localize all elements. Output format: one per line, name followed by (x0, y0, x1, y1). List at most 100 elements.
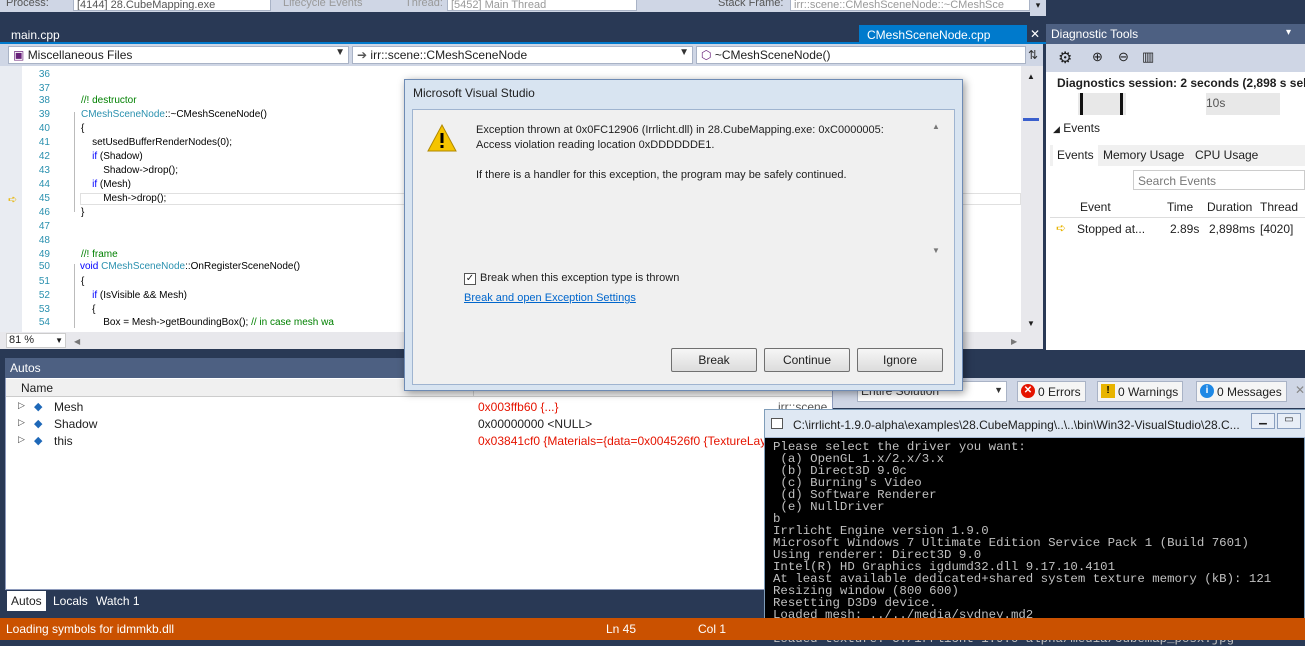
lifecycle-events-button[interactable]: Lifecycle Events (283, 0, 362, 9)
scroll-up-icon[interactable]: ▲ (1027, 72, 1035, 81)
row-name: this (54, 434, 73, 448)
warnings-filter-button[interactable]: ! 0 Warnings (1097, 381, 1184, 402)
process-label: Process: (6, 0, 49, 9)
ignore-button[interactable]: Ignore (857, 348, 943, 372)
code-token: if (81, 179, 98, 190)
tab-cpu-usage[interactable]: CPU Usage (1195, 148, 1258, 162)
cpp-file-icon: ▣ (13, 48, 25, 62)
break-button[interactable]: Break (671, 348, 757, 372)
message-line: If there is a handler for this exception… (476, 169, 847, 181)
zoom-in-icon[interactable]: ⊕ (1092, 49, 1103, 65)
maximize-icon[interactable]: ▭ (1277, 413, 1301, 429)
code-line-38: //! destructor (81, 95, 137, 106)
break-checkbox-label[interactable]: Break when this exception type is thrown (480, 272, 679, 284)
stack-frame-label: Stack Frame: (718, 0, 784, 9)
tab-memory-usage[interactable]: Memory Usage (1103, 148, 1184, 162)
tab-events[interactable]: Events (1053, 145, 1098, 166)
scope-combo[interactable]: ➔ irr::scene::CMeshSceneNode ▼ (352, 46, 693, 64)
messages-filter-button[interactable]: i0 Messages (1196, 381, 1287, 402)
event-column-header[interactable]: Event (1080, 200, 1111, 214)
name-column-header[interactable]: Name (21, 381, 53, 395)
minimize-icon[interactable]: ▁ (1251, 413, 1275, 429)
member-value: ~CMeshSceneNode() (714, 48, 831, 62)
errors-filter-button[interactable]: ✕ 0 Errors (1017, 381, 1086, 402)
tab-watch-1[interactable]: Watch 1 (92, 591, 144, 611)
gear-icon[interactable]: ⚙ (1058, 48, 1072, 68)
variable-icon: ◆ (34, 418, 43, 430)
member-combo[interactable]: ⬡ ~CMeshSceneNode() (696, 46, 1026, 64)
line-number: 49 (38, 249, 50, 260)
chevron-down-icon: ▼ (994, 385, 1003, 395)
code-token: // in case mesh wa (251, 317, 334, 328)
break-checkbox[interactable]: ✓ (464, 273, 476, 285)
chevron-down-icon[interactable]: ▾ (1286, 27, 1291, 38)
expand-icon[interactable]: ▷ (18, 434, 25, 445)
chevron-down-icon: ▼ (55, 336, 63, 345)
code-line-51: { (81, 276, 85, 287)
thread-cell: [4020] (1260, 222, 1294, 236)
project-combo[interactable]: ▣ Miscellaneous Files ▼ (8, 46, 349, 64)
collapse-icon: ◢ (1053, 124, 1060, 134)
chevron-down-icon: ▼ (335, 47, 345, 58)
table-row[interactable]: ▷ ◆ Mesh 0x003ffb60 {...} irr::scene (6, 399, 832, 416)
scope-value: irr::scene::CMeshSceneNode (370, 48, 528, 62)
tab-label: CMeshSceneNode.cpp (867, 28, 991, 42)
continue-button-label: Continue (782, 353, 832, 367)
search-events-input[interactable]: Search Events (1133, 170, 1305, 190)
events-section-header[interactable]: ◢ Events (1053, 121, 1100, 135)
status-bar: Loading symbols for idmmkb.dll Ln 45 Col… (0, 618, 1305, 640)
code-line-41: setUsedBufferRenderNodes(0); (81, 137, 233, 148)
scroll-down-icon[interactable]: ▼ (1027, 319, 1035, 328)
clear-icon[interactable]: ✕ (1295, 383, 1305, 397)
line-number: 50 (38, 261, 50, 272)
ignore-button-label: Ignore (882, 353, 918, 367)
tab-locals[interactable]: Locals (49, 591, 92, 611)
thread-combo[interactable]: [5452] Main Thread (447, 0, 637, 11)
document-tabs: main.cpp CMeshSceneNode.cpp ✕ (0, 24, 1046, 44)
zoom-combo[interactable]: 81 % ▼ (6, 333, 66, 348)
line-number: 40 (38, 123, 50, 134)
stack-frame-combo[interactable]: irr::scene::CMeshSceneNode::~CMeshSce (790, 0, 1030, 11)
scroll-right-icon[interactable]: ▶ (1011, 337, 1017, 346)
expand-icon[interactable]: ▷ (18, 417, 25, 428)
time-column-header[interactable]: Time (1167, 200, 1193, 214)
line-number: 54 (38, 317, 50, 328)
toolbar-overflow-icon[interactable]: ▾ (1030, 0, 1046, 16)
editor-vertical-scrollbar[interactable]: ▲ ▼ (1021, 66, 1043, 332)
chart-icon[interactable]: ▥ (1142, 49, 1154, 65)
tab-autos[interactable]: Autos (7, 591, 46, 611)
row-value: 0x00000000 <NULL> (478, 417, 593, 431)
line-number: 43 (38, 165, 50, 176)
tab-close-icon[interactable]: ✕ (1030, 27, 1040, 41)
timeline-ruler[interactable]: 10s (1078, 93, 1280, 115)
scroll-thumb[interactable] (1023, 118, 1039, 121)
diagnostic-tabs: Events Memory Usage CPU Usage (1050, 145, 1305, 166)
message-scrollbar[interactable]: ▲ ▼ (929, 122, 943, 258)
code-line-53: { (81, 304, 96, 315)
thread-column-header[interactable]: Thread (1260, 200, 1298, 214)
table-row[interactable]: ▷ ◆ this 0x03841cf0 {Materials={data=0x0… (6, 433, 832, 450)
scroll-down-icon[interactable]: ▼ (932, 246, 940, 255)
error-icon: ✕ (1021, 384, 1035, 398)
table-row[interactable]: ▷ ◆ Shadow 0x00000000 <NULL> (6, 416, 832, 433)
events-table-row[interactable]: ➪ Stopped at... 2.89s 2,898ms [4020] (1050, 220, 1305, 238)
timeline-marker (1080, 93, 1083, 115)
scroll-left-icon[interactable]: ◀ (74, 337, 80, 346)
process-combo[interactable]: [4144] 28.CubeMapping.exe (73, 0, 271, 11)
expand-icon[interactable]: ▷ (18, 400, 25, 411)
duration-column-header[interactable]: Duration (1207, 200, 1252, 214)
code-token: if (81, 151, 98, 162)
scroll-up-icon[interactable]: ▲ (932, 122, 940, 131)
exception-settings-link[interactable]: Break and open Exception Settings (464, 292, 636, 304)
code-line-45: Mesh->drop(); (81, 193, 167, 204)
line-number: 47 (38, 221, 50, 232)
console-app-icon (771, 418, 783, 429)
console-window[interactable]: C:\irrlicht-1.9.0-alpha\examples\28.Cube… (764, 409, 1305, 645)
line-number: 37 (38, 83, 50, 94)
split-icon[interactable]: ⇅ (1026, 48, 1040, 62)
continue-button[interactable]: Continue (764, 348, 850, 372)
process-value: [4144] 28.CubeMapping.exe (77, 0, 216, 11)
zoom-out-icon[interactable]: ⊖ (1118, 49, 1129, 65)
line-number: 36 (38, 69, 50, 80)
dialog-body: Exception thrown at 0x0FC12906 (Irrlicht… (412, 109, 955, 385)
